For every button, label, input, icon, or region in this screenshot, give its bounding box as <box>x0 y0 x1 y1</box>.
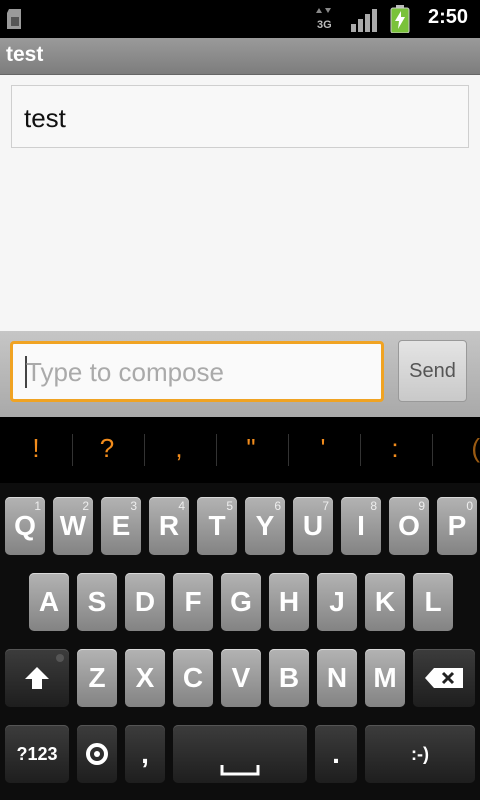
key-o[interactable]: 9O <box>389 497 429 555</box>
suggestion-item[interactable]: ! <box>1 433 71 464</box>
key-c[interactable]: C <box>173 649 213 707</box>
suggestion-item[interactable]: ? <box>72 433 142 464</box>
key-t[interactable]: 5T <box>197 497 237 555</box>
key-number-hint: 5 <box>226 499 233 513</box>
shift-icon <box>25 667 49 689</box>
key-d[interactable]: D <box>125 573 165 631</box>
message-text: test <box>24 103 66 133</box>
title-bar: test <box>0 38 480 75</box>
key-z[interactable]: Z <box>77 649 117 707</box>
signal-icon <box>351 9 377 32</box>
message-list: test <box>0 75 480 331</box>
key-number-hint: 8 <box>370 499 377 513</box>
key-r[interactable]: 4R <box>149 497 189 555</box>
message-item[interactable]: test <box>11 85 469 148</box>
suggestion-item[interactable]: ( <box>432 433 480 464</box>
key-number-hint: 0 <box>466 499 473 513</box>
key-n[interactable]: N <box>317 649 357 707</box>
key-g[interactable]: G <box>221 573 261 631</box>
key-h[interactable]: H <box>269 573 309 631</box>
key-e[interactable]: 3E <box>101 497 141 555</box>
suggestion-item[interactable]: : <box>360 433 430 464</box>
key-number-hint: 1 <box>34 499 41 513</box>
settings-key[interactable] <box>77 725 117 783</box>
key-b[interactable]: B <box>269 649 309 707</box>
space-key[interactable] <box>173 725 307 783</box>
compose-input[interactable]: Type to compose <box>10 341 384 402</box>
send-button[interactable]: Send <box>398 340 467 402</box>
suggestion-item[interactable]: ' <box>288 433 358 464</box>
suggestion-item[interactable]: " <box>216 433 286 464</box>
key-s[interactable]: S <box>77 573 117 631</box>
soft-keyboard: ! ? , " ' : ( 1Q 2W 3E 4R 5T 6Y 7U 8I 9O… <box>0 417 480 800</box>
key-l[interactable]: L <box>413 573 453 631</box>
comma-key[interactable]: , <box>125 725 165 783</box>
key-x[interactable]: X <box>125 649 165 707</box>
key-number-hint: 3 <box>130 499 137 513</box>
suggestion-item[interactable]: , <box>144 433 214 464</box>
key-m[interactable]: M <box>365 649 405 707</box>
battery-charging-icon <box>390 5 410 33</box>
key-f[interactable]: F <box>173 573 213 631</box>
key-q[interactable]: 1Q <box>5 497 45 555</box>
key-v[interactable]: V <box>221 649 261 707</box>
backspace-key[interactable] <box>413 649 475 707</box>
key-number-hint: 9 <box>418 499 425 513</box>
key-a[interactable]: A <box>29 573 69 631</box>
smiley-key[interactable]: :-) <box>365 725 475 783</box>
shift-key[interactable] <box>5 649 69 707</box>
period-key[interactable]: . <box>315 725 357 783</box>
backspace-icon <box>425 668 463 688</box>
key-p[interactable]: 0P <box>437 497 477 555</box>
key-number-hint: 6 <box>274 499 281 513</box>
key-i[interactable]: 8I <box>341 497 381 555</box>
symbols-key[interactable]: ?123 <box>5 725 69 783</box>
svg-text:3G: 3G <box>317 19 332 31</box>
status-bar: 3G 2:50 <box>0 0 480 38</box>
key-k[interactable]: K <box>365 573 405 631</box>
status-clock: 2:50 <box>428 6 469 28</box>
key-w[interactable]: 2W <box>53 497 93 555</box>
shift-indicator-dot <box>56 654 64 662</box>
key-number-hint: 2 <box>82 499 89 513</box>
key-y[interactable]: 6Y <box>245 497 285 555</box>
key-number-hint: 7 <box>322 499 329 513</box>
settings-icon <box>86 743 108 765</box>
compose-placeholder: Type to compose <box>26 357 224 387</box>
data-3g-icon: 3G <box>316 8 332 31</box>
key-u[interactable]: 7U <box>293 497 333 555</box>
key-j[interactable]: J <box>317 573 357 631</box>
space-icon <box>220 765 260 776</box>
compose-bar: Type to compose Send <box>0 331 480 417</box>
suggestion-strip: ! ? , " ' : ( <box>0 417 480 483</box>
sd-card-icon <box>7 9 21 29</box>
key-number-hint: 4 <box>178 499 185 513</box>
conversation-title: test <box>6 43 44 66</box>
